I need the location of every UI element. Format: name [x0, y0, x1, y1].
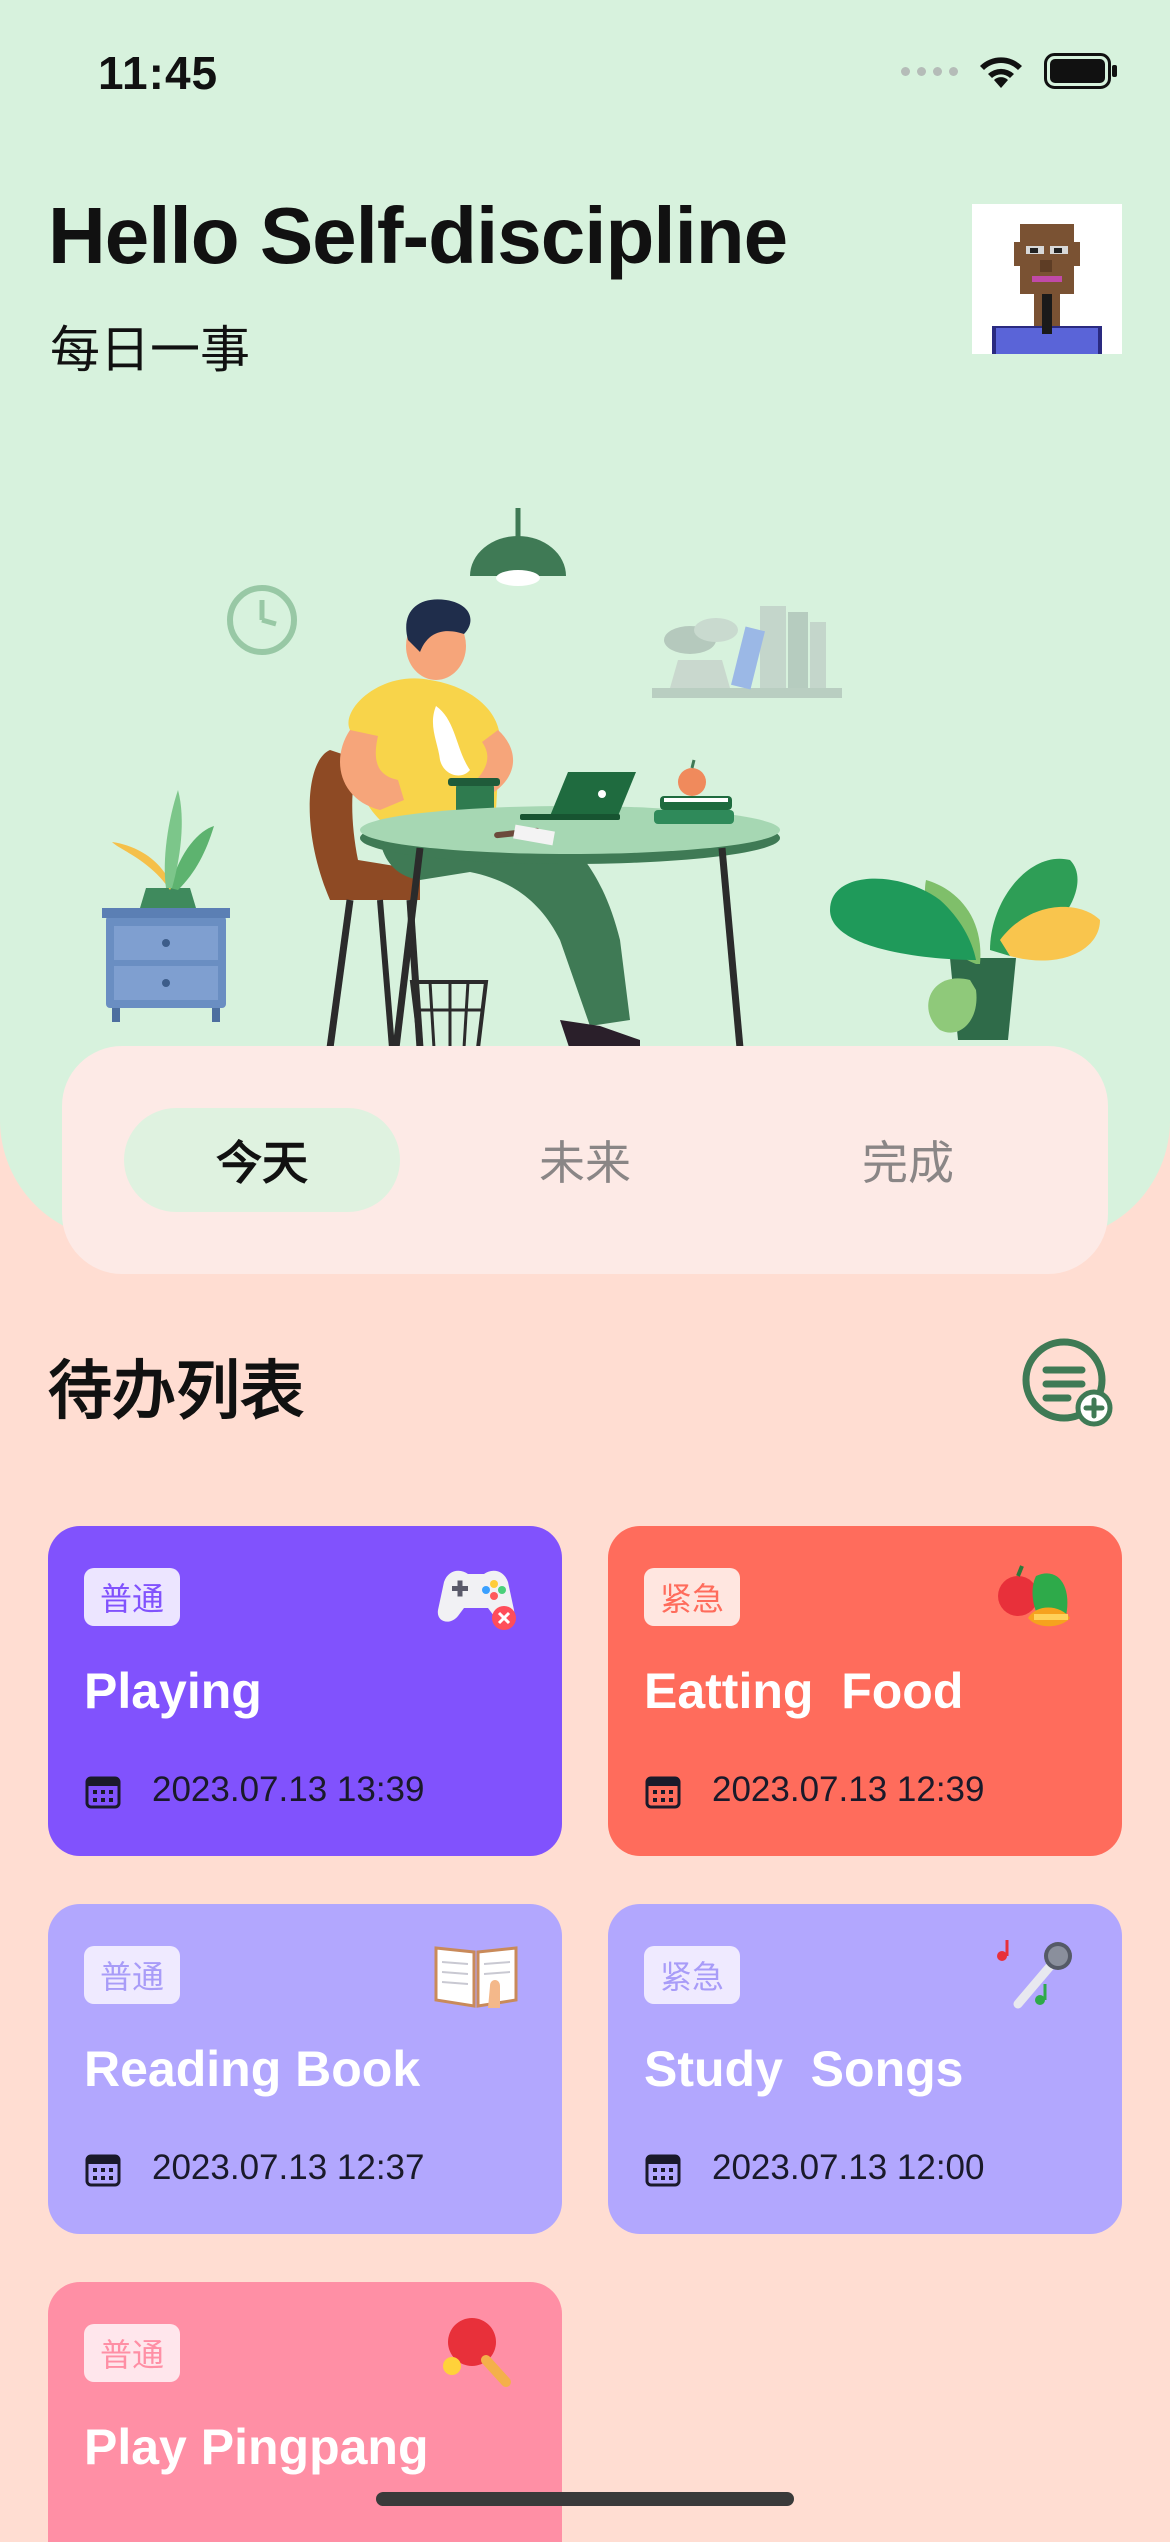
home-indicator[interactable]	[376, 2492, 794, 2506]
food-icon	[998, 1565, 1070, 1627]
task-card[interactable]: 紧急 Eatting Food 2023.07.13 12:39	[608, 1526, 1122, 1856]
large-plant-icon	[830, 858, 1100, 1040]
cabinet-icon	[102, 908, 230, 1022]
page-title: Hello Self-discipline	[48, 191, 788, 280]
book-icon	[434, 1946, 518, 2008]
pendant-lamp-icon	[470, 508, 566, 586]
task-title: Playing	[84, 1663, 262, 1719]
task-card[interactable]: 普通 Playing 2023.07.13 13:39	[48, 1526, 562, 1856]
tab-completed[interactable]: 完成	[770, 1108, 1046, 1212]
trash-bin-icon	[409, 980, 489, 1050]
gamepad-icon	[437, 1570, 516, 1630]
task-date: 2023.07.13 12:00	[712, 2148, 985, 2187]
task-title: Reading Book	[84, 2041, 421, 2097]
hero-illustration	[102, 508, 1100, 1050]
tab-future[interactable]: 未来	[447, 1108, 723, 1212]
status-indicators	[901, 52, 1118, 90]
battery-icon	[1044, 53, 1117, 89]
bookshelf-icon	[652, 606, 842, 698]
calendar-icon	[645, 1776, 681, 1809]
task-date: 2023.07.13 12:37	[152, 2148, 425, 2187]
avatar[interactable]	[972, 204, 1122, 354]
status-time: 11:45	[98, 47, 219, 99]
wall-clock-icon	[227, 585, 297, 655]
section-title: 待办列表	[48, 1355, 304, 1429]
page-subtitle: 每日一事	[50, 321, 250, 379]
calendar-icon	[645, 2154, 681, 2187]
task-card[interactable]: 普通 Reading Book 2023.07.13 12:37	[48, 1904, 562, 2234]
potted-plant-icon	[112, 790, 214, 908]
tab-bar: 今天 未来 完成	[62, 1046, 1108, 1274]
task-date: 2023.07.13 12:39	[712, 1770, 985, 1809]
task-date: 2023.07.13 13:39	[152, 1770, 425, 1809]
calendar-icon	[85, 2154, 121, 2187]
task-title: Study Songs	[644, 2041, 964, 2097]
microphone-icon	[997, 1940, 1072, 2009]
task-priority-tag: 普通	[84, 1568, 181, 1626]
calendar-icon	[85, 1776, 121, 1809]
task-title: Play Pingpang	[84, 2419, 429, 2475]
task-priority-tag: 普通	[84, 1946, 181, 2004]
status-bar: 11:45	[0, 0, 1170, 140]
task-priority-tag: 普通	[84, 2324, 181, 2382]
task-title: Eatting Food	[644, 1663, 964, 1719]
add-list-icon[interactable]	[1020, 1336, 1116, 1432]
task-card[interactable]: 紧急 Study Songs 2023.07.13 12:00	[608, 1904, 1122, 2234]
tab-today[interactable]: 今天	[124, 1108, 400, 1212]
task-priority-tag: 紧急	[644, 1568, 741, 1626]
ping-pong-icon	[443, 2318, 511, 2387]
task-priority-tag: 紧急	[644, 1946, 741, 2004]
cellular-signal-icon	[901, 66, 958, 76]
wifi-icon	[980, 57, 1022, 88]
